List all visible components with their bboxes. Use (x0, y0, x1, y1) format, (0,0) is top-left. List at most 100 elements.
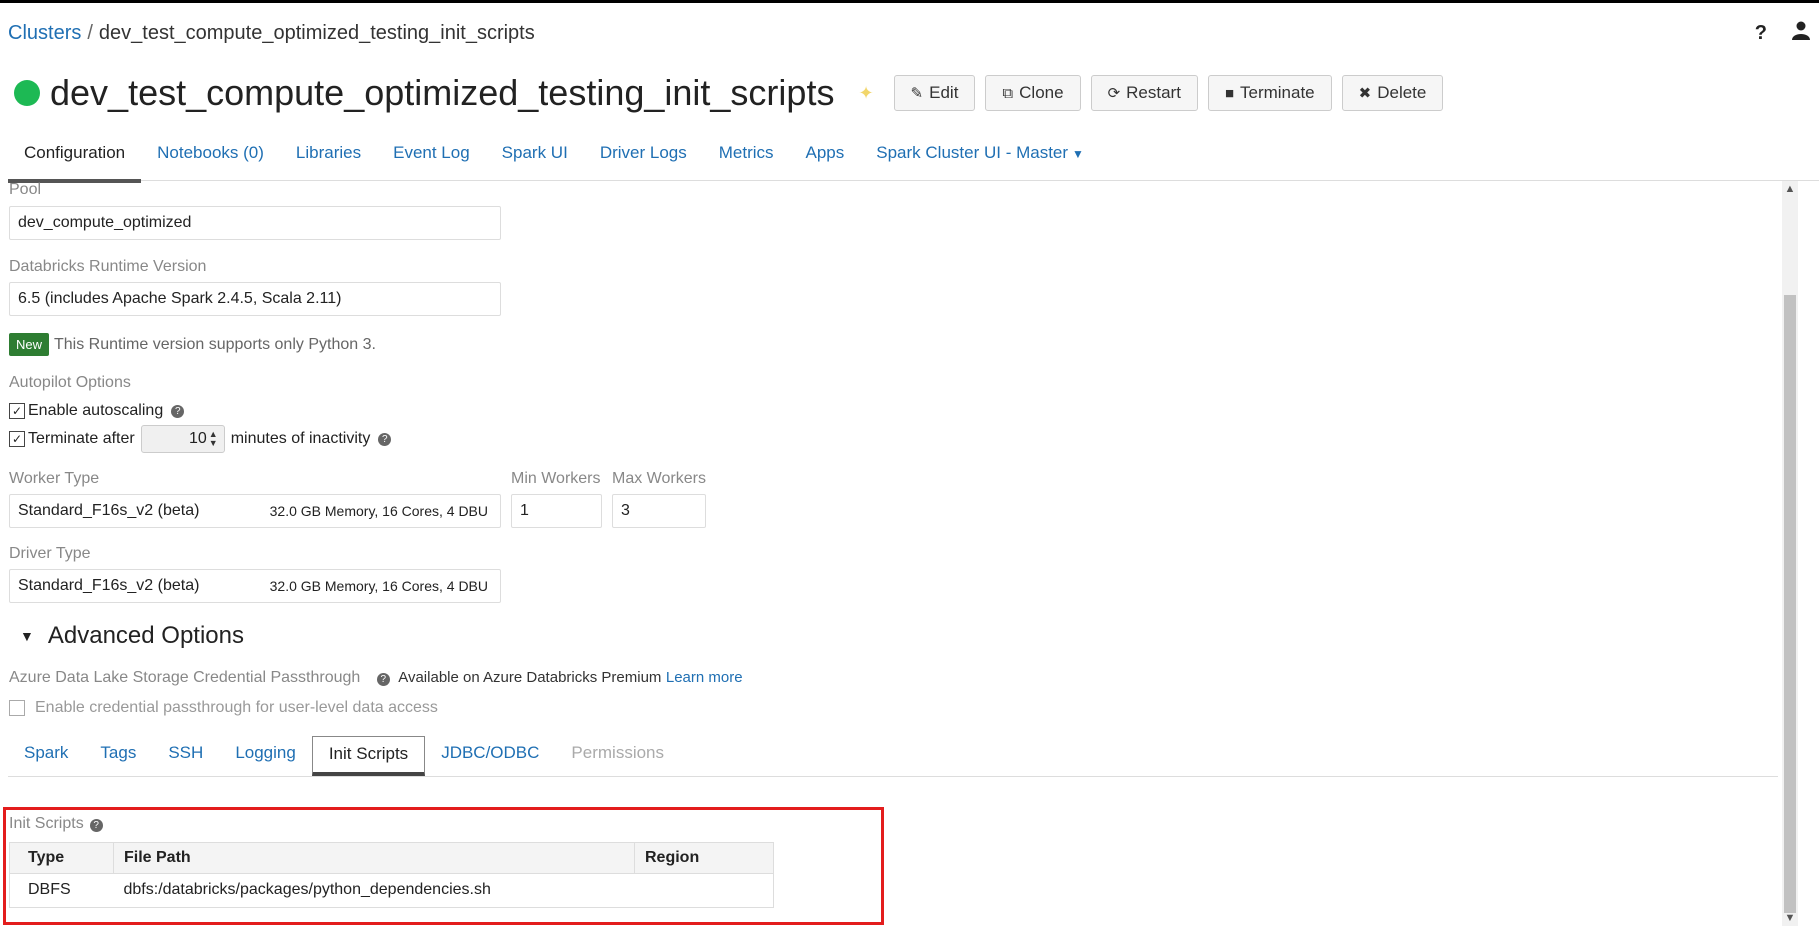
help-icon[interactable]: ? (89, 819, 103, 832)
delete-label: Delete (1377, 83, 1427, 102)
configuration-panel: Pool dev_compute_optimized Databricks Ru… (0, 181, 1780, 926)
tab-metrics[interactable]: Metrics (703, 139, 790, 179)
driver-type-label: Driver Type (9, 545, 91, 562)
tab-driver-logs[interactable]: Driver Logs (584, 139, 703, 179)
caret-down-icon: ▼ (20, 628, 34, 644)
caret-down-icon: ▼ (1072, 147, 1084, 161)
stepper-arrows-icon[interactable]: ▲ ▼ (209, 430, 218, 448)
user-icon[interactable] (1791, 20, 1811, 46)
runtime-field[interactable]: 6.5 (includes Apache Spark 2.4.5, Scala … (9, 282, 501, 316)
status-running-icon (14, 80, 40, 106)
autopilot-label: Autopilot Options (9, 374, 131, 391)
worker-type-spec: 32.0 GB Memory, 16 Cores, 4 DBU (269, 503, 488, 519)
pool-field[interactable]: dev_compute_optimized (9, 206, 501, 240)
scroll-down-icon[interactable]: ▼ (1782, 912, 1798, 924)
min-workers-input[interactable]: 1 (511, 494, 602, 528)
help-icon[interactable]: ? (378, 432, 392, 446)
clone-button[interactable]: ⧉ Clone (985, 75, 1081, 111)
driver-type-value: Standard_F16s_v2 (beta) (18, 577, 200, 594)
edit-icon: ✎ (910, 85, 924, 102)
init-script-type: DBFS (9, 873, 114, 908)
terminate-button[interactable]: ■ Terminate (1207, 75, 1332, 111)
refresh-icon: ⟳ (1107, 85, 1121, 102)
table-row[interactable]: DBFS dbfs:/databricks/packages/python_de… (9, 873, 774, 908)
breadcrumb-clusters-link[interactable]: Clusters (8, 22, 81, 44)
inactivity-minutes-value: 10 (189, 430, 207, 447)
driver-type-field[interactable]: Standard_F16s_v2 (beta) 32.0 GB Memory, … (9, 569, 501, 603)
scroll-up-icon[interactable]: ▲ (1782, 183, 1798, 195)
min-workers-label: Min Workers (511, 470, 601, 487)
driver-type-spec: 32.0 GB Memory, 16 Cores, 4 DBU (269, 578, 488, 594)
restart-label: Restart (1126, 83, 1181, 102)
subtab-tags[interactable]: Tags (84, 736, 152, 776)
top-icons: ? (1755, 20, 1811, 46)
help-icon[interactable]: ? (376, 673, 390, 686)
scrollbar-thumb[interactable] (1784, 295, 1796, 913)
tab-notebooks[interactable]: Notebooks (0) (141, 139, 280, 179)
tab-libraries[interactable]: Libraries (280, 139, 377, 179)
column-header-file-path: File Path (113, 842, 635, 874)
init-script-path: dbfs:/databricks/packages/python_depende… (113, 873, 635, 908)
subtab-logging[interactable]: Logging (219, 736, 312, 776)
column-header-type: Type (9, 842, 114, 874)
tab-spark-ui[interactable]: Spark UI (486, 139, 584, 179)
max-workers-label: Max Workers (612, 470, 706, 487)
vertical-scrollbar[interactable]: ▲ ▼ (1782, 181, 1798, 926)
tab-event-log[interactable]: Event Log (377, 139, 486, 179)
runtime-note: This Runtime version supports only Pytho… (54, 336, 376, 353)
terminate-after-option: ✓ Terminate after 10 ▲ ▼ minutes of inact… (9, 425, 392, 453)
close-icon: ✖ (1358, 85, 1372, 102)
tab-spark-cluster-ui-label: Spark Cluster UI - Master (876, 143, 1069, 162)
edit-button[interactable]: ✎ Edit (893, 75, 976, 111)
init-scripts-label-text: Init Scripts (9, 815, 84, 832)
passthrough-label-text: Azure Data Lake Storage Credential Passt… (9, 669, 361, 686)
tab-configuration[interactable]: Configuration (8, 139, 142, 183)
clone-label: Clone (1019, 83, 1064, 102)
subtab-init-scripts[interactable]: Init Scripts (311, 736, 426, 776)
passthrough-checkbox[interactable] (9, 700, 25, 716)
terminate-label: Terminate (1240, 83, 1315, 102)
subtab-spark[interactable]: Spark (8, 736, 84, 776)
subtab-ssh[interactable]: SSH (152, 736, 219, 776)
subtab-jdbc-odbc[interactable]: JDBC/ODBC (425, 736, 555, 776)
page-title: dev_test_compute_optimized_testing_init_… (50, 72, 835, 113)
passthrough-option: Enable credential passthrough for user-l… (9, 699, 438, 717)
help-icon[interactable]: ? (171, 404, 185, 418)
column-header-region: Region (634, 842, 774, 874)
inactivity-minutes-stepper[interactable]: 10 ▲ ▼ (140, 425, 225, 453)
top-border (0, 0, 1819, 3)
advanced-options-toggle[interactable]: ▼ Advanced Options (20, 622, 244, 650)
autoscaling-option: ✓ Enable autoscaling ? (9, 402, 185, 420)
new-badge: New (9, 333, 50, 356)
terminate-after-label: Terminate after (28, 430, 135, 447)
cluster-title-row: dev_test_compute_optimized_testing_init_… (14, 72, 1453, 114)
tab-apps[interactable]: Apps (790, 139, 861, 179)
passthrough-label: Azure Data Lake Storage Credential Passt… (9, 669, 743, 687)
terminate-after-checkbox[interactable]: ✓ (9, 431, 25, 447)
autoscaling-label: Enable autoscaling (28, 402, 164, 419)
tab-spark-cluster-ui[interactable]: Spark Cluster UI - Master ▼ (860, 139, 1100, 179)
breadcrumb-current: dev_test_compute_optimized_testing_init_… (98, 22, 535, 44)
worker-type-field[interactable]: Standard_F16s_v2 (beta) 32.0 GB Memory, … (9, 494, 501, 528)
edit-label: Edit (929, 83, 959, 102)
passthrough-checkbox-label: Enable credential passthrough for user-l… (35, 699, 438, 716)
init-script-region (634, 873, 774, 908)
pool-label: Pool (9, 181, 42, 198)
learn-more-link[interactable]: Learn more (666, 669, 743, 686)
pin-icon[interactable]: ✦ (858, 83, 873, 104)
worker-type-value: Standard_F16s_v2 (beta) (18, 502, 200, 519)
advanced-options-title: Advanced Options (47, 622, 244, 649)
init-scripts-table: Type File Path Region DBFS dbfs:/databri… (9, 842, 774, 908)
restart-button[interactable]: ⟳ Restart (1090, 75, 1198, 111)
breadcrumb-separator: / (87, 22, 93, 44)
subtab-permissions: Permissions (571, 743, 665, 762)
premium-note: Available on Azure Databricks Premium (398, 669, 662, 686)
help-icon[interactable]: ? (1755, 22, 1767, 45)
breadcrumb: Clusters / dev_test_compute_optimized_test… (8, 22, 535, 45)
inactivity-label: minutes of inactivity (230, 430, 371, 447)
delete-button[interactable]: ✖ Delete (1341, 75, 1444, 111)
stop-icon: ■ (1224, 84, 1234, 102)
max-workers-input[interactable]: 3 (612, 494, 706, 528)
autoscaling-checkbox[interactable]: ✓ (9, 403, 25, 419)
worker-type-label: Worker Type (9, 470, 100, 487)
